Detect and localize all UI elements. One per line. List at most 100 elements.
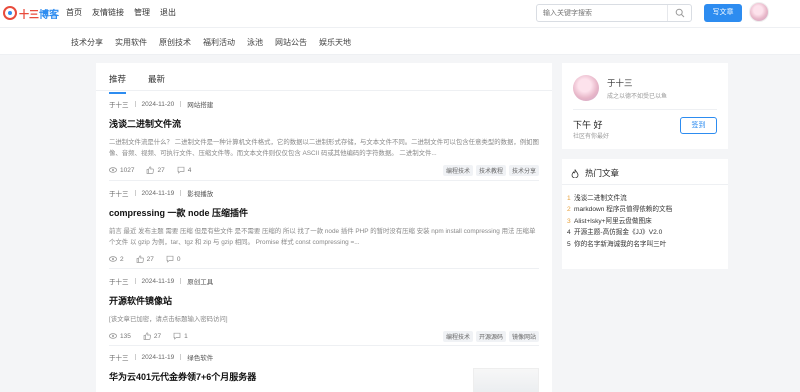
post-excerpt: [该文章已加密，请点击标题输入密码访问] [109, 316, 228, 323]
post-item: 于十三 2024-11-19 原创工具 开源软件镜像站 [该文章已加密，请点击标… [109, 276, 539, 342]
post-meta: 于十三 2024-11-19 影视播放 [109, 188, 539, 199]
tab-recommend[interactable]: 推荐 [109, 73, 127, 94]
category-nav: 技术分享 实用软件 原创技术 福利活动 泳池 网站公告 娱乐天地 [71, 37, 351, 48]
post-item: 于十三 2024-11-19 影视播放 compressing 一款 node … [109, 188, 539, 264]
post-tag[interactable]: 开源源码 [475, 331, 506, 342]
card-divider [562, 184, 728, 185]
category-item[interactable]: 娱乐天地 [319, 37, 351, 48]
thumbs-up-icon [143, 332, 151, 340]
top-nav: 首页 友情链接 管理 退出 [66, 7, 176, 18]
user-bio: 成之以德不如受已以鱼 [607, 94, 668, 100]
hot-article-item[interactable]: 3 Alist+lsky+阿里云盘做图床 [567, 215, 672, 226]
comment-count[interactable]: 4 [177, 166, 191, 174]
card-divider [573, 109, 717, 110]
category-item[interactable]: 福利活动 [203, 37, 235, 48]
post-tag[interactable]: 编程技术 [442, 165, 473, 176]
feed-tabs: 推荐 最新 [109, 73, 165, 94]
post-tag[interactable]: 编程技术 [442, 331, 473, 342]
nav-home[interactable]: 首页 [66, 7, 82, 18]
comment-count[interactable]: 0 [166, 255, 180, 263]
hot-article-item[interactable]: 1 浅谈二进制文件流 [567, 192, 672, 203]
category-bar: 技术分享 实用软件 原创技术 福利活动 泳池 网站公告 娱乐天地 [0, 27, 800, 55]
like-count[interactable]: 27 [146, 166, 165, 174]
post-item: 于十三 2024-11-19 绿色软件 华为云401元代金券领7+6个月服务器 [109, 352, 539, 392]
greeting-subtitle: 社区有你最好 [573, 134, 610, 140]
post-excerpt: 二进制文件流是什么？ 二进制文件是一种计算机文件格式，它的数据以二进制形式存储，… [109, 139, 539, 157]
comment-icon [173, 332, 181, 340]
post-tag[interactable]: 技术教程 [475, 165, 506, 176]
category-item[interactable]: 技术分享 [71, 37, 103, 48]
post-category[interactable]: 网站搭建 [187, 99, 213, 109]
user-avatar[interactable] [573, 75, 599, 101]
post-category[interactable]: 影视播放 [187, 188, 213, 198]
nav-links[interactable]: 友情链接 [92, 7, 124, 18]
search-icon [675, 8, 684, 18]
user-card: 于十三 成之以德不如受已以鱼 下午 好 社区有你最好 签到 [562, 63, 728, 149]
post-feed: 推荐 最新 于十三 2024-11-20 网站搭建 浅谈二进制文件流 二进制文件… [96, 63, 552, 392]
tab-divider [96, 90, 552, 91]
view-count: 1027 [109, 166, 134, 174]
like-count[interactable]: 27 [136, 255, 154, 263]
user-name[interactable]: 于十三 [607, 77, 633, 89]
post-meta: 于十三 2024-11-20 网站搭建 [109, 99, 539, 110]
post-title[interactable]: 开源软件镜像站 [109, 294, 539, 307]
like-count[interactable]: 27 [143, 332, 161, 340]
hot-article-item[interactable]: 4 开源主题-高仿掘金《JJ》V2.0 [567, 226, 672, 237]
post-footer: 135 27 1 编程技术 开源源码 镜像网站 [109, 331, 539, 342]
post-date: 2024-11-19 [141, 189, 175, 197]
write-article-button[interactable]: 写文章 [704, 4, 742, 22]
post-item: 于十三 2024-11-20 网站搭建 浅谈二进制文件流 二进制文件流是什么？ … [109, 99, 539, 176]
hot-articles-header: 热门文章 [571, 167, 619, 179]
view-count: 2 [109, 255, 124, 263]
post-footer: 2 27 0 [109, 254, 539, 264]
post-author[interactable]: 于十三 [109, 188, 129, 198]
post-thumbnail[interactable] [473, 368, 539, 392]
post-date: 2024-11-19 [141, 353, 175, 361]
search-box [536, 4, 692, 22]
comment-icon [177, 166, 185, 174]
post-category[interactable]: 原创工具 [187, 276, 213, 286]
post-divider [109, 268, 539, 269]
category-item[interactable]: 原创技术 [159, 37, 191, 48]
post-excerpt: 前言 最近 发布主题 需要 压缩 但是有些文件 是不需要 压缩的 所以 找了一款… [109, 228, 536, 246]
post-date: 2024-11-19 [141, 277, 175, 285]
logo-text: 十三博客 [19, 9, 59, 21]
category-item[interactable]: 网站公告 [275, 37, 307, 48]
post-divider [109, 345, 539, 346]
post-tags: 编程技术 技术教程 技术分享 [442, 165, 539, 176]
post-author[interactable]: 于十三 [109, 352, 129, 362]
greeting: 下午 好 [573, 120, 603, 130]
search-input[interactable] [537, 5, 665, 21]
post-tag[interactable]: 技术分享 [508, 165, 539, 176]
logo-icon [3, 6, 17, 20]
post-meta: 于十三 2024-11-19 原创工具 [109, 276, 539, 287]
site-logo[interactable]: 十三博客 [3, 5, 59, 21]
hot-articles-title: 热门文章 [585, 168, 620, 178]
nav-logout[interactable]: 退出 [160, 7, 176, 18]
hot-article-item[interactable]: 5 你的名字新海诚我的名字叫三叶 [567, 238, 672, 249]
category-item[interactable]: 泳池 [247, 37, 263, 48]
post-author[interactable]: 于十三 [109, 276, 129, 286]
post-title[interactable]: 浅谈二进制文件流 [109, 117, 539, 130]
post-tags: 编程技术 开源源码 镜像网站 [442, 331, 539, 342]
category-item[interactable]: 实用软件 [115, 37, 147, 48]
post-title[interactable]: compressing 一款 node 压缩插件 [109, 206, 539, 219]
flame-icon [571, 168, 579, 178]
comment-icon [166, 255, 174, 263]
nav-admin[interactable]: 管理 [134, 7, 150, 18]
hot-article-item[interactable]: 2 markdown 程序员值得依赖的文档 [567, 203, 672, 214]
avatar[interactable] [749, 2, 769, 22]
hot-articles-card: 热门文章 1 浅谈二进制文件流 2 markdown 程序员值得依赖的文档 3 Ali… [562, 159, 728, 269]
comment-count[interactable]: 1 [173, 332, 188, 340]
post-category[interactable]: 绿色软件 [187, 352, 213, 362]
signin-button[interactable]: 签到 [680, 117, 717, 134]
post-meta: 于十三 2024-11-19 绿色软件 [109, 352, 539, 363]
top-header: 十三博客 首页 友情链接 管理 退出 写文章 [0, 0, 800, 27]
search-button[interactable] [667, 5, 691, 21]
post-tag[interactable]: 镜像网站 [508, 331, 539, 342]
tab-latest[interactable]: 最新 [148, 73, 165, 90]
post-footer: 1027 27 4 编程技术 技术教程 技术分享 [109, 165, 539, 176]
eye-icon [109, 167, 117, 173]
thumbs-up-icon [136, 255, 144, 263]
post-author[interactable]: 于十三 [109, 99, 129, 109]
